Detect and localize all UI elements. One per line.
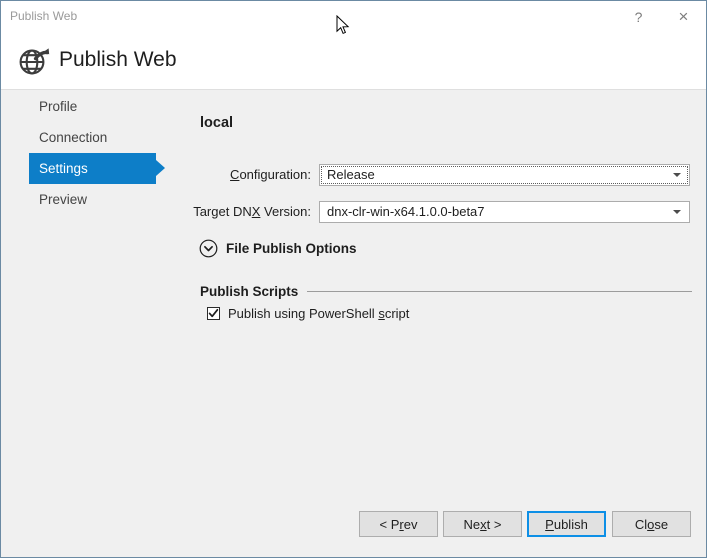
publish-button[interactable]: Publish <box>527 511 606 537</box>
sidebar-item-label: Settings <box>39 161 88 176</box>
configuration-row: Configuration: Release <box>171 164 706 186</box>
chevron-down-icon[interactable] <box>673 210 681 214</box>
sidebar-selection-arrow-icon <box>156 160 165 176</box>
sidebar-item-preview[interactable]: Preview <box>1 184 171 215</box>
configuration-dropdown[interactable]: Release <box>319 164 690 186</box>
chevron-down-icon[interactable] <box>673 173 681 177</box>
sidebar-item-label: Connection <box>39 130 108 145</box>
chevron-down-circle-icon <box>199 239 218 258</box>
sidebar-item-connection[interactable]: Connection <box>1 122 171 153</box>
prev-button[interactable]: < Pr ev <box>359 511 438 537</box>
target-dnx-version-label: Target DNX Version: <box>193 204 311 219</box>
configuration-value: Release <box>327 167 375 182</box>
file-publish-options-expander[interactable]: File Publish Options <box>199 239 357 258</box>
profile-name-heading: local <box>200 115 234 131</box>
sidebar-item-label: Profile <box>39 99 78 114</box>
settings-panel: local Configuration: Release Target DNX … <box>171 91 706 493</box>
publish-scripts-title: Publish Scripts <box>200 284 299 299</box>
sidebar-item-label: Preview <box>39 192 88 207</box>
section-divider <box>307 291 692 292</box>
window-title: Publish Web <box>10 9 78 23</box>
publish-scripts-group-header: Publish Scripts <box>200 284 692 299</box>
dialog-footer: < Pr ev Ne x t > Publish Cl o se <box>1 493 706 557</box>
publish-using-powershell-script-checkbox[interactable] <box>207 307 220 320</box>
title-bar: Publish Web ? × <box>1 1 706 32</box>
publish-using-powershell-script-label: Publish using PowerShell script <box>228 306 410 321</box>
publish-web-dialog: Publish Web ? × Publish Web Profile Conn… <box>0 0 707 558</box>
help-button[interactable]: ? <box>616 1 661 32</box>
sidebar-nav: Profile Connection Settings Preview <box>1 91 171 557</box>
sidebar-item-settings[interactable]: Settings <box>1 153 171 184</box>
configuration-label: Configuration: <box>230 167 311 182</box>
target-dnx-version-row: Target DNX Version: dnx-clr-win-x64.1.0.… <box>171 201 706 223</box>
file-publish-options-label: File Publish Options <box>226 241 357 256</box>
dialog-header: Publish Web <box>1 32 706 90</box>
target-dnx-version-dropdown[interactable]: dnx-clr-win-x64.1.0.0-beta7 <box>319 201 690 223</box>
globe-publish-icon <box>17 44 51 78</box>
publish-using-powershell-script-row[interactable]: Publish using PowerShell script <box>207 306 409 321</box>
title-bar-buttons: ? × <box>616 1 706 32</box>
close-button[interactable]: Cl o se <box>612 511 691 537</box>
close-icon[interactable]: × <box>661 1 706 32</box>
focus-rectangle <box>321 166 688 184</box>
sidebar-item-profile[interactable]: Profile <box>1 91 171 122</box>
target-dnx-version-value: dnx-clr-win-x64.1.0.0-beta7 <box>327 204 485 219</box>
page-title: Publish Web <box>59 48 177 71</box>
next-button[interactable]: Ne x t > <box>443 511 522 537</box>
